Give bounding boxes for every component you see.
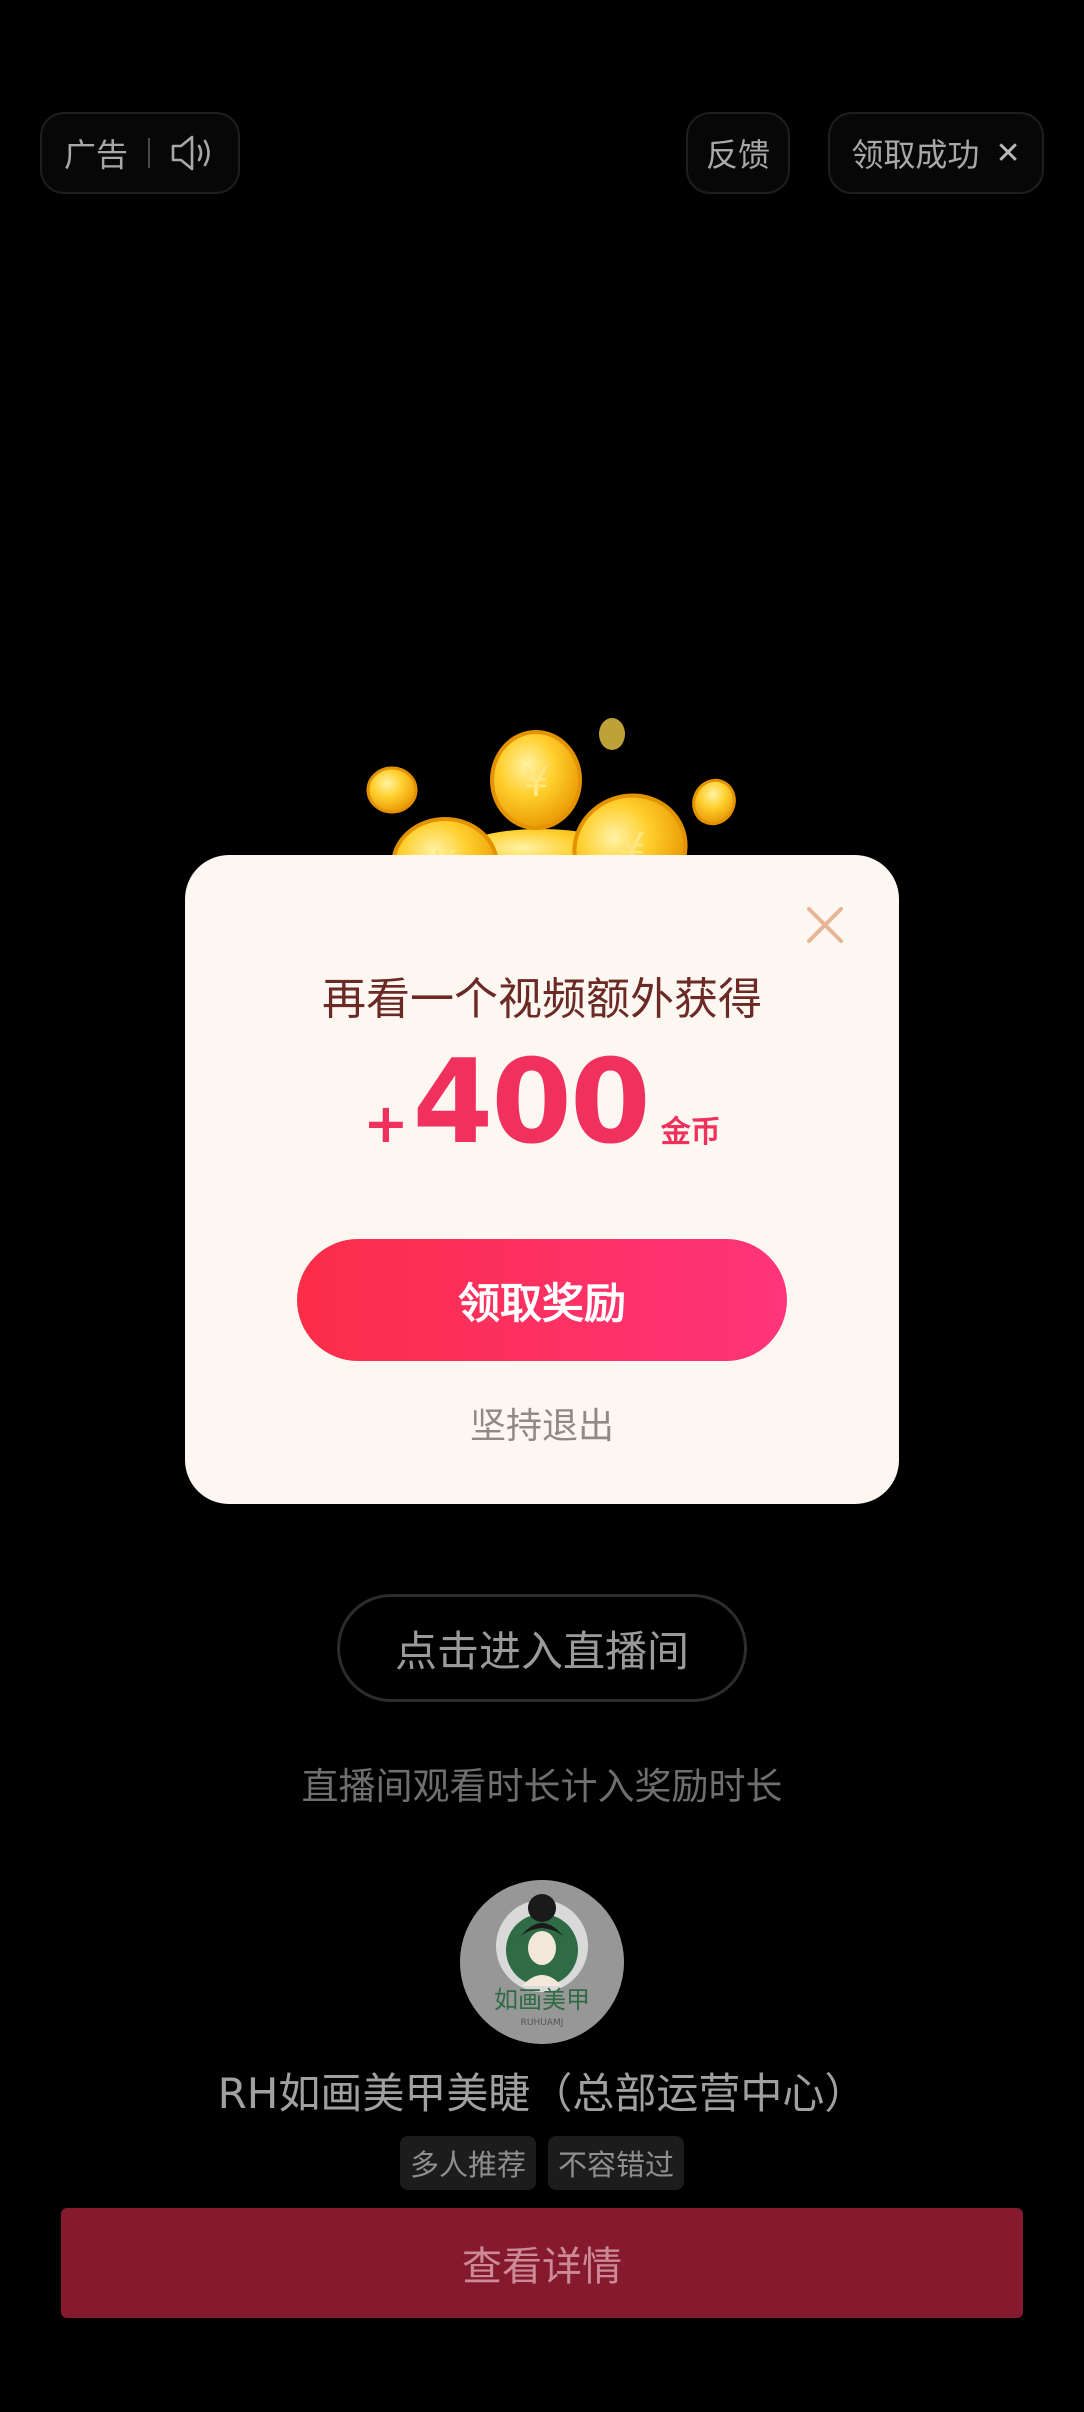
feedback-label: 反馈 [705, 136, 770, 174]
advertiser-tags: 多人推荐 不容错过 [0, 2136, 1084, 2190]
tag: 不容错过 [548, 2136, 685, 2190]
feedback-button[interactable]: 反馈 [686, 112, 790, 194]
svg-text:¥: ¥ [523, 760, 548, 806]
divider [148, 138, 151, 168]
dialog-title: 再看一个视频额外获得 [322, 974, 762, 1025]
close-icon: ✕ [995, 135, 1021, 171]
tag: 多人推荐 [399, 2136, 536, 2190]
close-icon[interactable] [803, 903, 847, 947]
avatar[interactable]: 如画美甲 RUHUAMJ [460, 1880, 624, 2044]
reward-plus: + [363, 1092, 409, 1155]
avatar-logo-text: 如画美甲 [494, 1986, 590, 2014]
view-details-button[interactable]: 查看详情 [61, 2208, 1023, 2318]
claim-status-label: 领取成功 [851, 136, 980, 174]
claim-reward-button[interactable]: 领取奖励 [297, 1239, 787, 1361]
reward-dialog: 再看一个视频额外获得 + 400 金币 领取奖励 坚持退出 [185, 855, 899, 1504]
enter-live-room-button[interactable]: 点击进入直播间 [337, 1594, 747, 1702]
ad-label: 广告 [64, 136, 129, 174]
reward-amount-row: + 400 金币 [185, 1045, 899, 1161]
ad-badge[interactable]: 广告 [40, 112, 240, 194]
avatar-logo-subtext: RUHUAMJ [521, 2018, 564, 2028]
advertiser-name: RH如画美甲美睫（总部运营中心） [217, 2069, 867, 2118]
live-note: 直播间观看时长计入奖励时长 [301, 1765, 783, 1808]
claim-success-close-button[interactable]: 领取成功 ✕ [828, 112, 1044, 194]
reward-unit: 金币 [660, 1115, 721, 1150]
quit-link[interactable]: 坚持退出 [185, 1397, 899, 1449]
speaker-icon[interactable] [170, 133, 216, 173]
reward-amount: 400 [412, 1035, 651, 1170]
